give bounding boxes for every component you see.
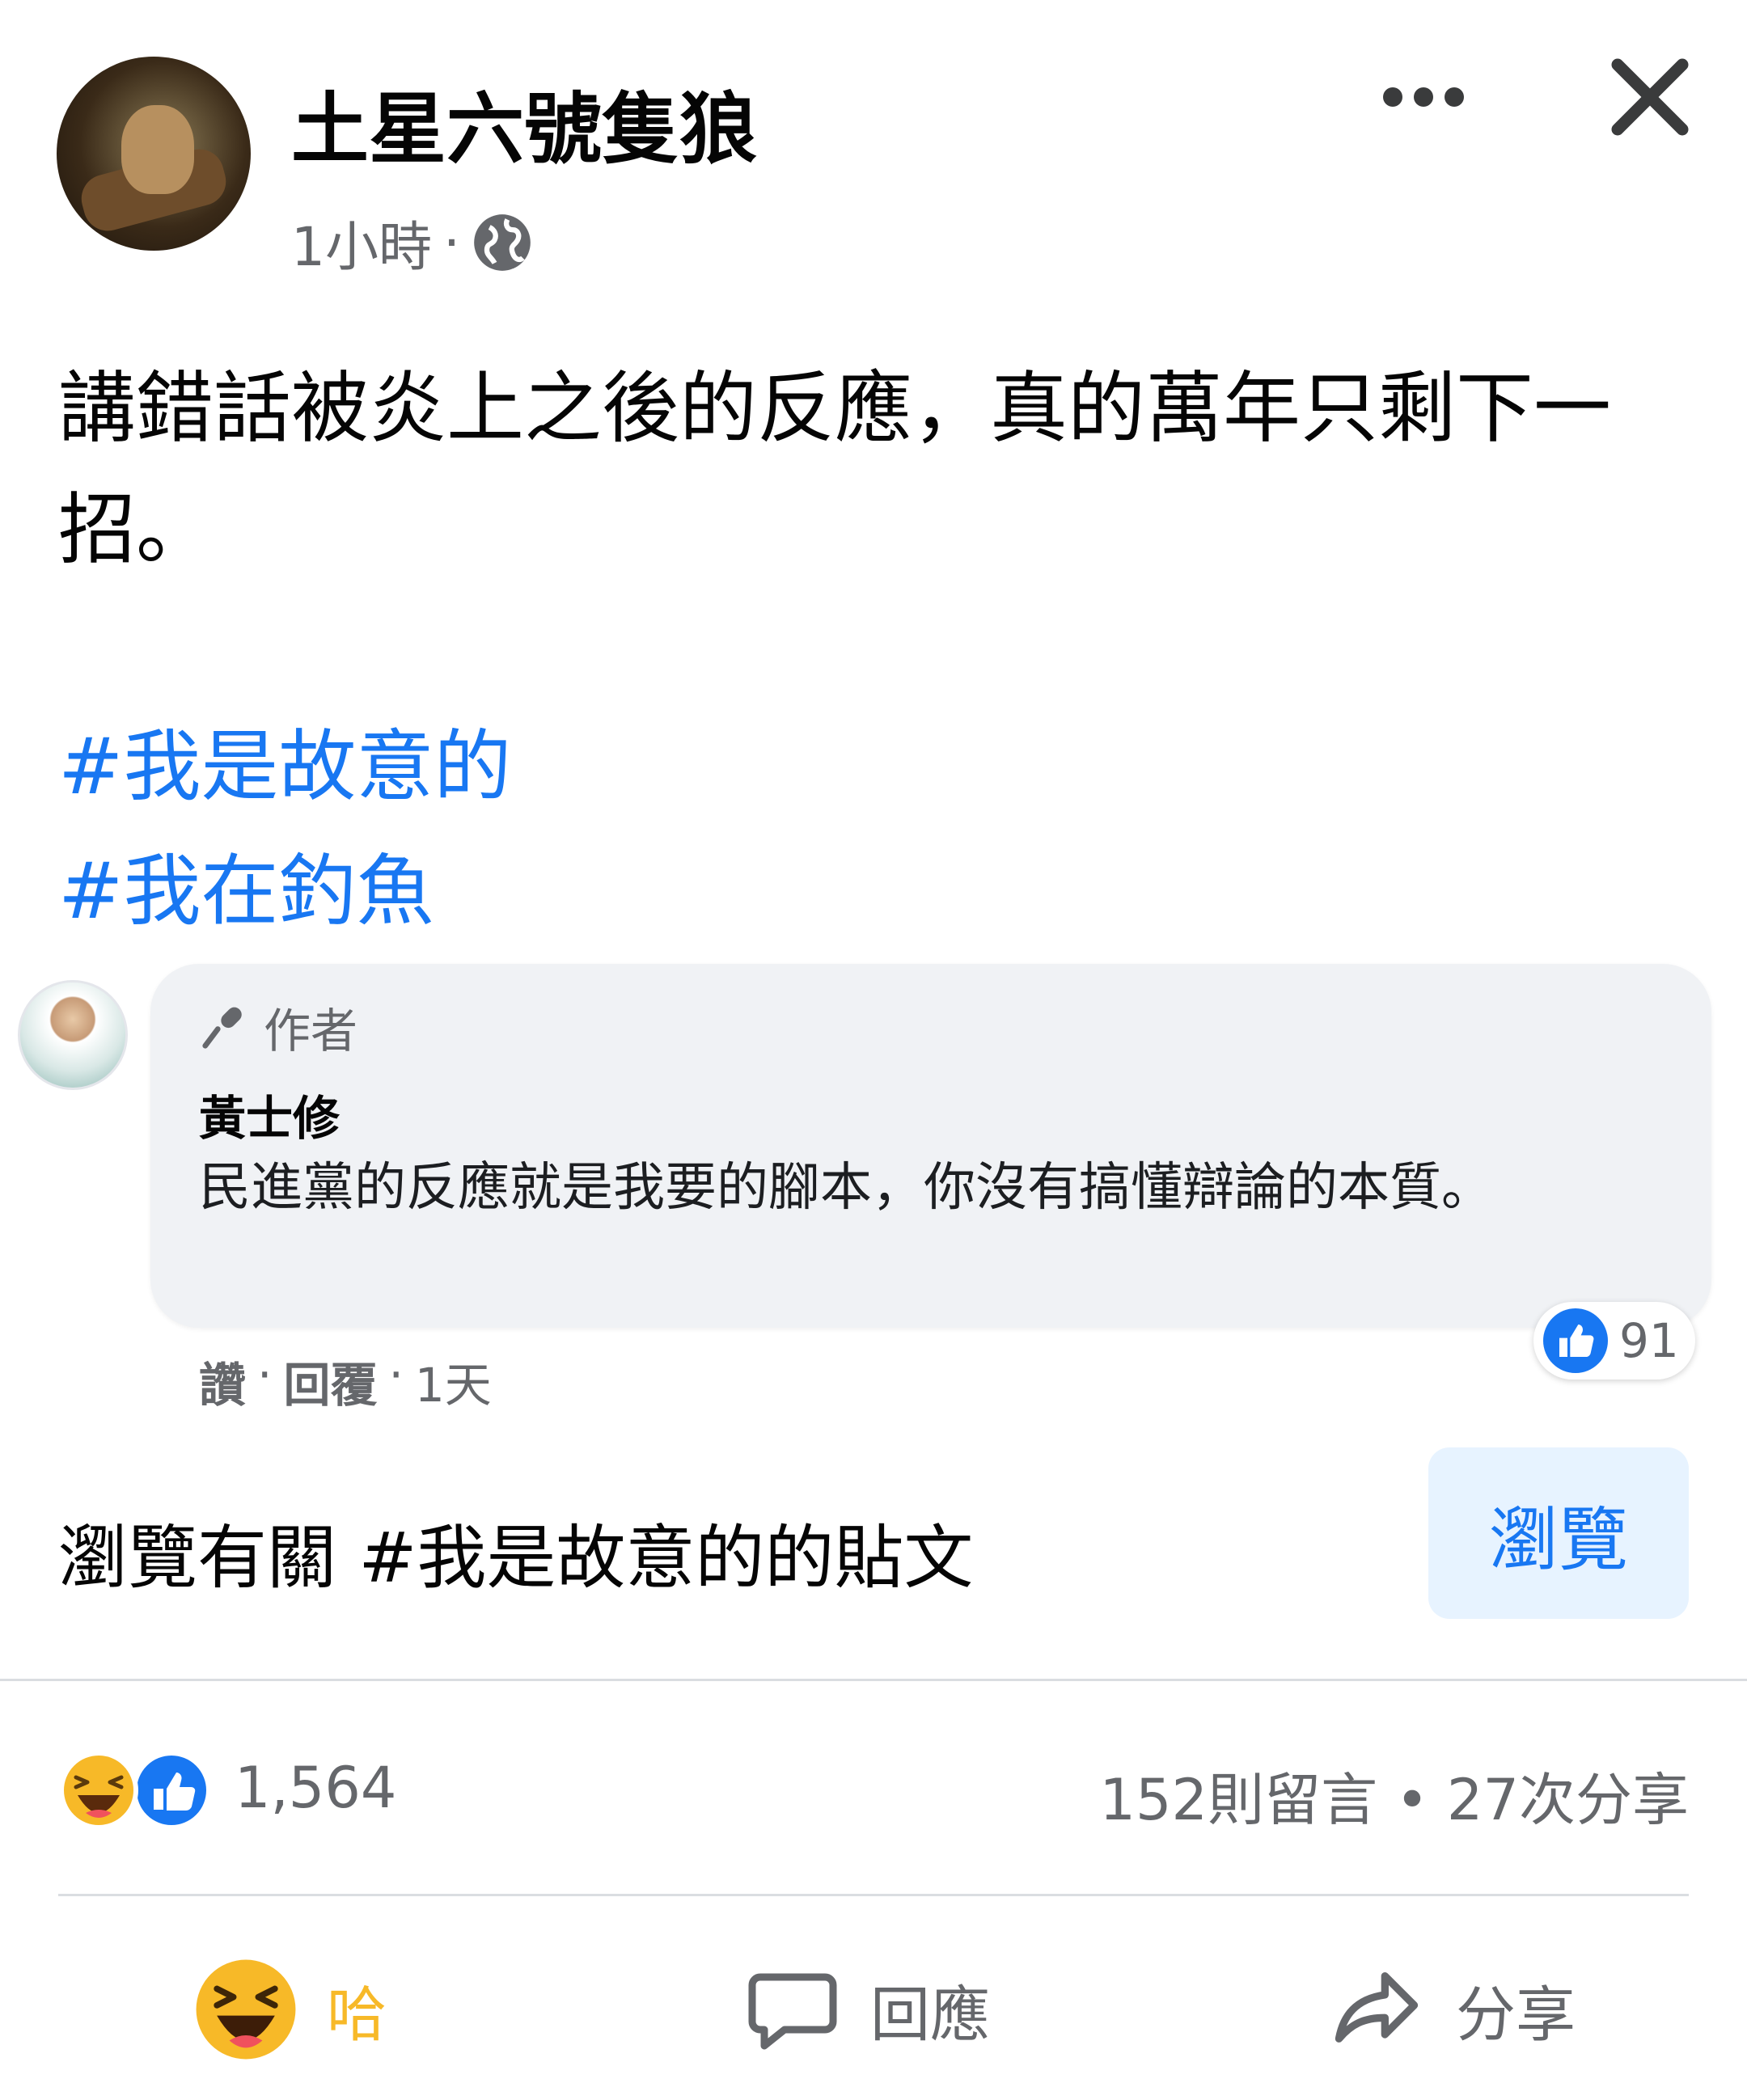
comment-bubble <box>150 964 1711 1328</box>
more-options-button[interactable] <box>1375 73 1472 121</box>
browse-button[interactable]: 瀏覽 <box>1428 1447 1689 1619</box>
page-avatar[interactable] <box>57 57 251 251</box>
close-icon[interactable] <box>1601 49 1698 146</box>
haha-icon <box>196 1959 296 2060</box>
haha-reaction-icon <box>59 1751 138 1830</box>
comment-like-count: 91 <box>1619 1313 1679 1368</box>
author-badge-label: 作者 <box>264 1004 358 1058</box>
comment-text: 民進黨的反應就是我要的腳本，你沒有搞懂辯論的本質。 <box>199 1158 1493 1218</box>
comment-label: 回應 <box>870 1980 990 2050</box>
post-time[interactable]: 1小時 <box>291 204 432 281</box>
page-name[interactable]: 土星六號隻狼 <box>291 66 757 179</box>
share-count[interactable]: 27次分享 <box>1447 1767 1689 1833</box>
browse-related-text: 瀏覽有關 #我是故意的的貼文 <box>58 1518 974 1599</box>
meta-separator: · <box>443 211 460 274</box>
share-button[interactable]: 分享 <box>1326 1957 1576 2062</box>
globe-icon <box>474 214 531 271</box>
like-icon <box>1543 1308 1608 1373</box>
haha-label: 哈 <box>327 1980 387 2050</box>
hashtag-link[interactable]: #我在釣魚 <box>58 828 434 940</box>
more-dot-icon <box>1414 87 1433 107</box>
reaction-count[interactable]: 1,564 <box>235 1755 396 1821</box>
commenter-name[interactable]: 黃士修 <box>199 1080 340 1148</box>
post-stats: 152則留言 • 27次分享 <box>1099 1755 1689 1836</box>
divider <box>58 1894 1689 1896</box>
author-badge: 作者 <box>199 993 357 1061</box>
more-dot-icon <box>1445 87 1464 107</box>
stats-separator: • <box>1395 1767 1429 1833</box>
like-reaction-icon <box>132 1751 211 1830</box>
comment-like-button[interactable]: 讚 <box>199 1347 246 1415</box>
haha-button[interactable]: 哈 <box>194 1957 387 2062</box>
comment-icon <box>748 1973 837 2050</box>
commenter-avatar[interactable] <box>18 980 128 1090</box>
actions-separator: · <box>257 1347 273 1402</box>
reaction-summary-icons[interactable] <box>58 1750 220 1831</box>
comment-actions: 讚 · 回覆 · 1天 <box>199 1347 492 1415</box>
comment-time[interactable]: 1天 <box>415 1347 492 1415</box>
microphone-icon <box>202 1007 242 1049</box>
hashtag-link[interactable]: #我是故意的 <box>58 704 511 816</box>
post-meta: 1小時 · <box>291 204 533 281</box>
actions-separator: · <box>388 1347 404 1402</box>
share-arrow-icon <box>1335 1972 1419 2043</box>
comment-reply-button[interactable]: 回覆 <box>283 1347 377 1415</box>
comment-button[interactable]: 回應 <box>744 1957 990 2062</box>
share-label: 分享 <box>1456 1980 1576 2050</box>
comment-reaction-count[interactable]: 91 <box>1533 1302 1695 1380</box>
post-text: 講錯話被炎上之後的反應，真的萬年只剩下一招。 <box>58 363 1611 575</box>
more-dot-icon <box>1383 87 1402 107</box>
divider <box>0 1679 1747 1681</box>
comment-count[interactable]: 152則留言 <box>1099 1767 1377 1833</box>
